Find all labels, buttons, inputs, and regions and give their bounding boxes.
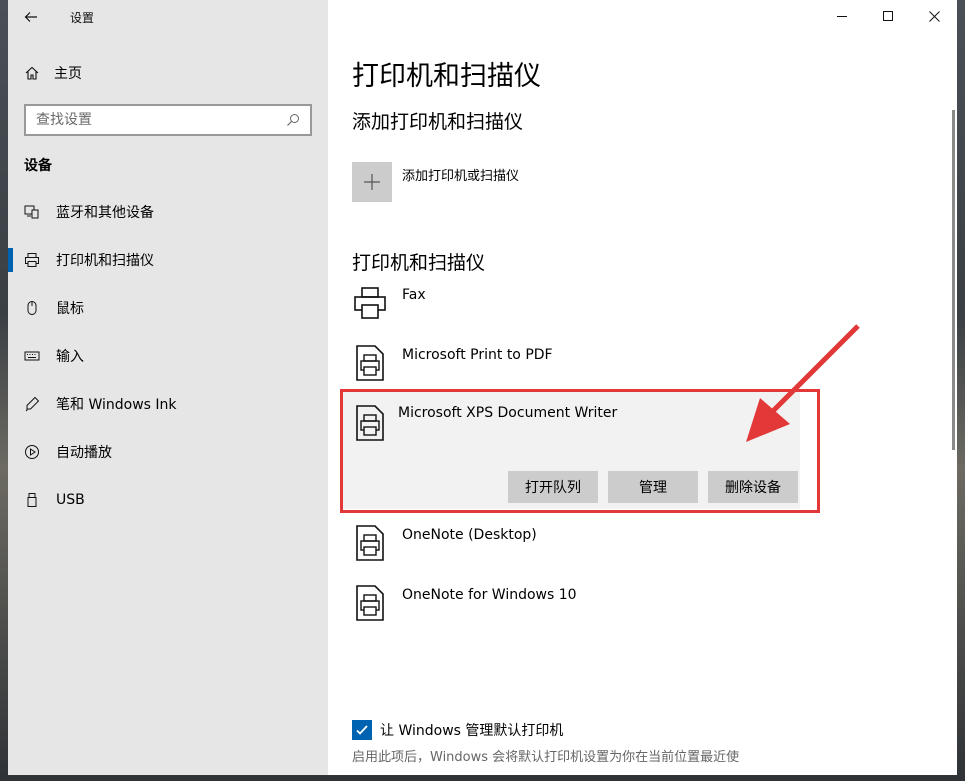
device-name: Microsoft Print to PDF bbox=[402, 347, 553, 363]
title-bar: 设置 bbox=[8, 0, 328, 34]
sidebar-item-typing[interactable]: 输入 bbox=[8, 332, 328, 380]
sidebar-item-bluetooth[interactable]: 蓝牙和其他设备 bbox=[8, 188, 328, 236]
device-item-onenote-desktop[interactable]: OneNote (Desktop) bbox=[352, 523, 800, 563]
sidebar-item-label: 打印机和扫描仪 bbox=[56, 253, 154, 269]
sidebar-item-label: 输入 bbox=[56, 349, 84, 365]
checkbox-label: 让 Windows 管理默认打印机 bbox=[380, 723, 564, 739]
document-printer-icon bbox=[352, 583, 388, 623]
default-printer-checkbox[interactable]: 让 Windows 管理默认打印机 bbox=[352, 720, 563, 740]
settings-window: 设置 主页 设备 蓝牙和其他设备 打印机和扫描仪 bbox=[8, 0, 957, 775]
pen-icon bbox=[24, 396, 40, 412]
sidebar-item-label: 笔和 Windows Ink bbox=[56, 397, 177, 413]
autoplay-icon bbox=[24, 444, 40, 460]
search-box[interactable] bbox=[24, 104, 312, 136]
device-item-print-to-pdf[interactable]: Microsoft Print to PDF bbox=[352, 343, 800, 383]
add-printer-button[interactable]: 添加打印机或扫描仪 bbox=[352, 162, 519, 202]
device-item-onenote-win10[interactable]: OneNote for Windows 10 bbox=[352, 583, 800, 623]
sidebar: 设置 主页 设备 蓝牙和其他设备 打印机和扫描仪 bbox=[8, 0, 328, 775]
add-tile bbox=[352, 162, 392, 202]
page-title: 打印机和扫描仪 bbox=[352, 61, 541, 92]
fax-printer-icon bbox=[352, 283, 388, 323]
sidebar-item-label: USB bbox=[56, 492, 85, 508]
checkbox-description: 启用此项后，Windows 会将默认打印机设置为你在当前位置最近使 bbox=[352, 750, 740, 765]
open-queue-button[interactable]: 打开队列 bbox=[508, 471, 598, 503]
manage-button[interactable]: 管理 bbox=[608, 471, 698, 503]
add-printer-label: 添加打印机或扫描仪 bbox=[402, 169, 520, 184]
device-item-fax[interactable]: Fax bbox=[352, 283, 800, 323]
sidebar-item-label: 鼠标 bbox=[56, 301, 84, 317]
device-name: OneNote for Windows 10 bbox=[402, 587, 577, 603]
sidebar-item-mouse[interactable]: 鼠标 bbox=[8, 284, 328, 332]
sidebar-item-printers[interactable]: 打印机和扫描仪 bbox=[8, 236, 328, 284]
close-icon bbox=[928, 10, 940, 22]
mouse-icon bbox=[24, 300, 40, 316]
document-printer-icon bbox=[352, 523, 388, 563]
plus-icon bbox=[364, 174, 380, 190]
section-title: 设备 bbox=[24, 158, 52, 174]
sidebar-item-autoplay[interactable]: 自动播放 bbox=[8, 428, 328, 476]
search-icon[interactable] bbox=[286, 113, 300, 127]
home-link[interactable]: 主页 bbox=[24, 60, 82, 86]
device-name: Microsoft XPS Document Writer bbox=[398, 405, 618, 421]
add-section-title: 添加打印机和扫描仪 bbox=[352, 111, 524, 133]
maximize-icon bbox=[882, 10, 893, 21]
checkbox[interactable] bbox=[352, 720, 372, 740]
checkmark-icon bbox=[356, 725, 368, 735]
back-arrow-icon bbox=[24, 12, 37, 22]
home-icon bbox=[25, 66, 39, 80]
keyboard-icon bbox=[24, 348, 40, 364]
device-name: Fax bbox=[402, 287, 426, 303]
printer-icon bbox=[24, 252, 40, 268]
printers-section-title: 打印机和扫描仪 bbox=[352, 252, 486, 274]
home-label: 主页 bbox=[54, 66, 82, 82]
app-title: 设置 bbox=[70, 11, 95, 25]
bluetooth-devices-icon bbox=[24, 204, 40, 220]
sidebar-item-label: 自动播放 bbox=[56, 445, 112, 461]
sidebar-item-label: 蓝牙和其他设备 bbox=[56, 205, 154, 221]
document-printer-icon bbox=[352, 343, 388, 383]
sidebar-item-usb[interactable]: USB bbox=[8, 476, 328, 524]
sidebar-item-pen[interactable]: 笔和 Windows Ink bbox=[8, 380, 328, 428]
window-controls bbox=[819, 0, 957, 32]
close-button[interactable] bbox=[911, 0, 957, 32]
sidebar-nav: 蓝牙和其他设备 打印机和扫描仪 鼠标 输入 笔和 Windows Ink 自动播… bbox=[8, 188, 328, 524]
device-name: OneNote (Desktop) bbox=[402, 527, 537, 543]
scrollbar[interactable] bbox=[952, 110, 955, 450]
remove-device-button[interactable]: 删除设备 bbox=[708, 471, 798, 503]
device-item-xps-selected[interactable]: Microsoft XPS Document Writer 打开队列 管理 删除… bbox=[342, 389, 800, 509]
search-input[interactable] bbox=[36, 112, 286, 128]
minimize-icon bbox=[836, 15, 847, 17]
maximize-button[interactable] bbox=[865, 0, 911, 32]
main-content: 打印机和扫描仪 添加打印机和扫描仪 添加打印机或扫描仪 打印机和扫描仪 Fax … bbox=[328, 0, 957, 775]
usb-icon bbox=[24, 492, 40, 508]
document-printer-icon bbox=[352, 403, 388, 443]
back-button[interactable] bbox=[18, 4, 44, 30]
minimize-button[interactable] bbox=[819, 0, 865, 32]
